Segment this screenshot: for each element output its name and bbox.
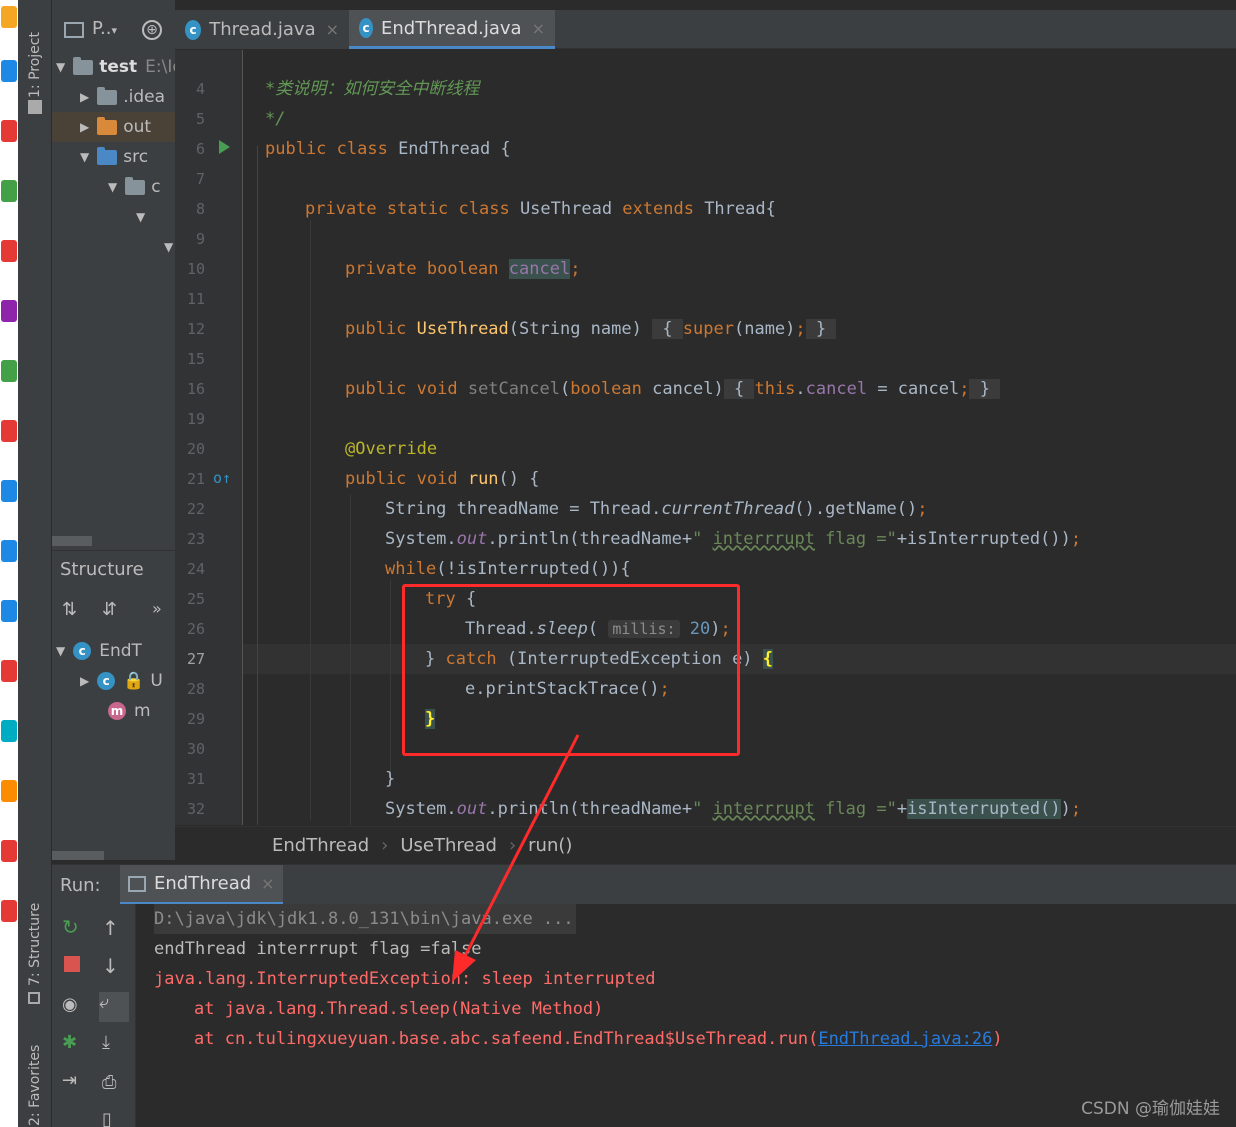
annotation-arrow [452, 734, 580, 982]
